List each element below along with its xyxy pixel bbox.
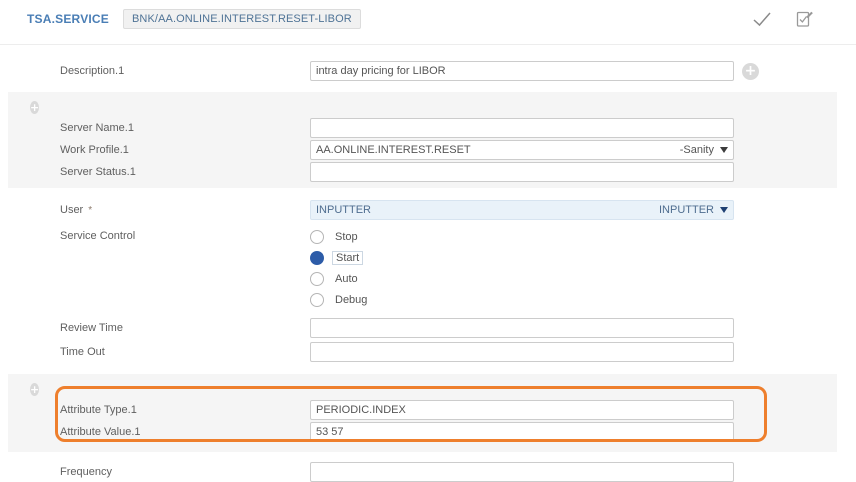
user-row: User* INPUTTER INPUTTER — [0, 200, 856, 220]
radio-option-debug[interactable]: Debug — [310, 289, 367, 310]
work-profile-selected-option: -Sanity — [680, 144, 728, 156]
frequency-input[interactable] — [310, 462, 734, 482]
radio-option-auto[interactable]: Auto — [310, 268, 367, 289]
header-bar: TSA.SERVICE BNK/AA.ONLINE.INTEREST.RESET… — [0, 0, 856, 38]
description-input[interactable] — [310, 61, 734, 81]
radio-circle-icon[interactable] — [310, 230, 324, 244]
radio-option-start[interactable]: Start — [310, 247, 367, 268]
attribute-value-input[interactable] — [310, 422, 734, 442]
service-control-row: Service Control Stop Start Auto Debug — [0, 226, 856, 310]
user-value: INPUTTER — [316, 204, 371, 216]
server-group-band: + Server Name.1 Work Profile.1 AA.ONLINE… — [8, 92, 837, 188]
radio-circle-icon[interactable] — [310, 272, 324, 286]
server-status-row: Server Status.1 — [8, 162, 837, 182]
frequency-label: Frequency — [0, 466, 310, 478]
server-name-label: Server Name.1 — [8, 122, 310, 134]
description-row: Description.1 + — [0, 61, 856, 81]
attribute-group-band: + Attribute Type.1 Attribute Value.1 — [8, 374, 837, 452]
radio-option-stop[interactable]: Stop — [310, 226, 367, 247]
frequency-row: Frequency — [0, 462, 856, 482]
time-out-label: Time Out — [0, 346, 310, 358]
attribute-type-label: Attribute Type.1 — [8, 404, 310, 416]
radio-circle-selected-icon[interactable] — [310, 251, 324, 265]
description-label: Description.1 — [0, 65, 310, 77]
server-status-input[interactable] — [310, 162, 734, 182]
work-profile-label: Work Profile.1 — [8, 144, 310, 156]
add-server-group-button[interactable]: + — [30, 101, 39, 114]
time-out-row: Time Out — [0, 342, 856, 362]
time-out-input[interactable] — [310, 342, 734, 362]
commit-check-icon[interactable] — [750, 7, 774, 31]
attribute-value-label: Attribute Value.1 — [8, 426, 310, 438]
work-profile-row: Work Profile.1 AA.ONLINE.INTEREST.RESET … — [8, 140, 837, 160]
user-selected-option: INPUTTER — [659, 204, 728, 216]
record-id-badge: BNK/AA.ONLINE.INTEREST.RESET-LIBOR — [123, 9, 361, 29]
required-marker: * — [88, 205, 92, 216]
work-profile-select[interactable]: AA.ONLINE.INTEREST.RESET -Sanity — [310, 140, 734, 160]
attribute-type-row: Attribute Type.1 — [8, 400, 837, 420]
add-attribute-group-button[interactable]: + — [30, 383, 39, 396]
review-time-input[interactable] — [310, 318, 734, 338]
review-time-label: Review Time — [0, 322, 310, 334]
attribute-type-input[interactable] — [310, 400, 734, 420]
tsa-service-form-page: { "header": { "title": "TSA.SERVICE", "r… — [0, 0, 856, 449]
page-title: TSA.SERVICE — [27, 12, 109, 26]
user-label: User* — [0, 204, 310, 216]
radio-circle-icon[interactable] — [310, 293, 324, 307]
user-select[interactable]: INPUTTER INPUTTER — [310, 200, 734, 220]
work-profile-value: AA.ONLINE.INTEREST.RESET — [316, 144, 471, 156]
server-status-label: Server Status.1 — [8, 166, 310, 178]
add-description-button[interactable]: + — [742, 63, 759, 80]
chevron-down-icon — [720, 207, 728, 213]
server-name-row: Server Name.1 — [8, 118, 837, 138]
validate-document-icon[interactable] — [792, 7, 816, 31]
service-control-label: Service Control — [0, 230, 310, 242]
server-name-input[interactable] — [310, 118, 734, 138]
service-control-radio-group: Stop Start Auto Debug — [310, 226, 367, 310]
header-divider — [0, 44, 856, 45]
chevron-down-icon — [720, 147, 728, 153]
review-time-row: Review Time — [0, 318, 856, 338]
attribute-value-row: Attribute Value.1 — [8, 422, 837, 442]
